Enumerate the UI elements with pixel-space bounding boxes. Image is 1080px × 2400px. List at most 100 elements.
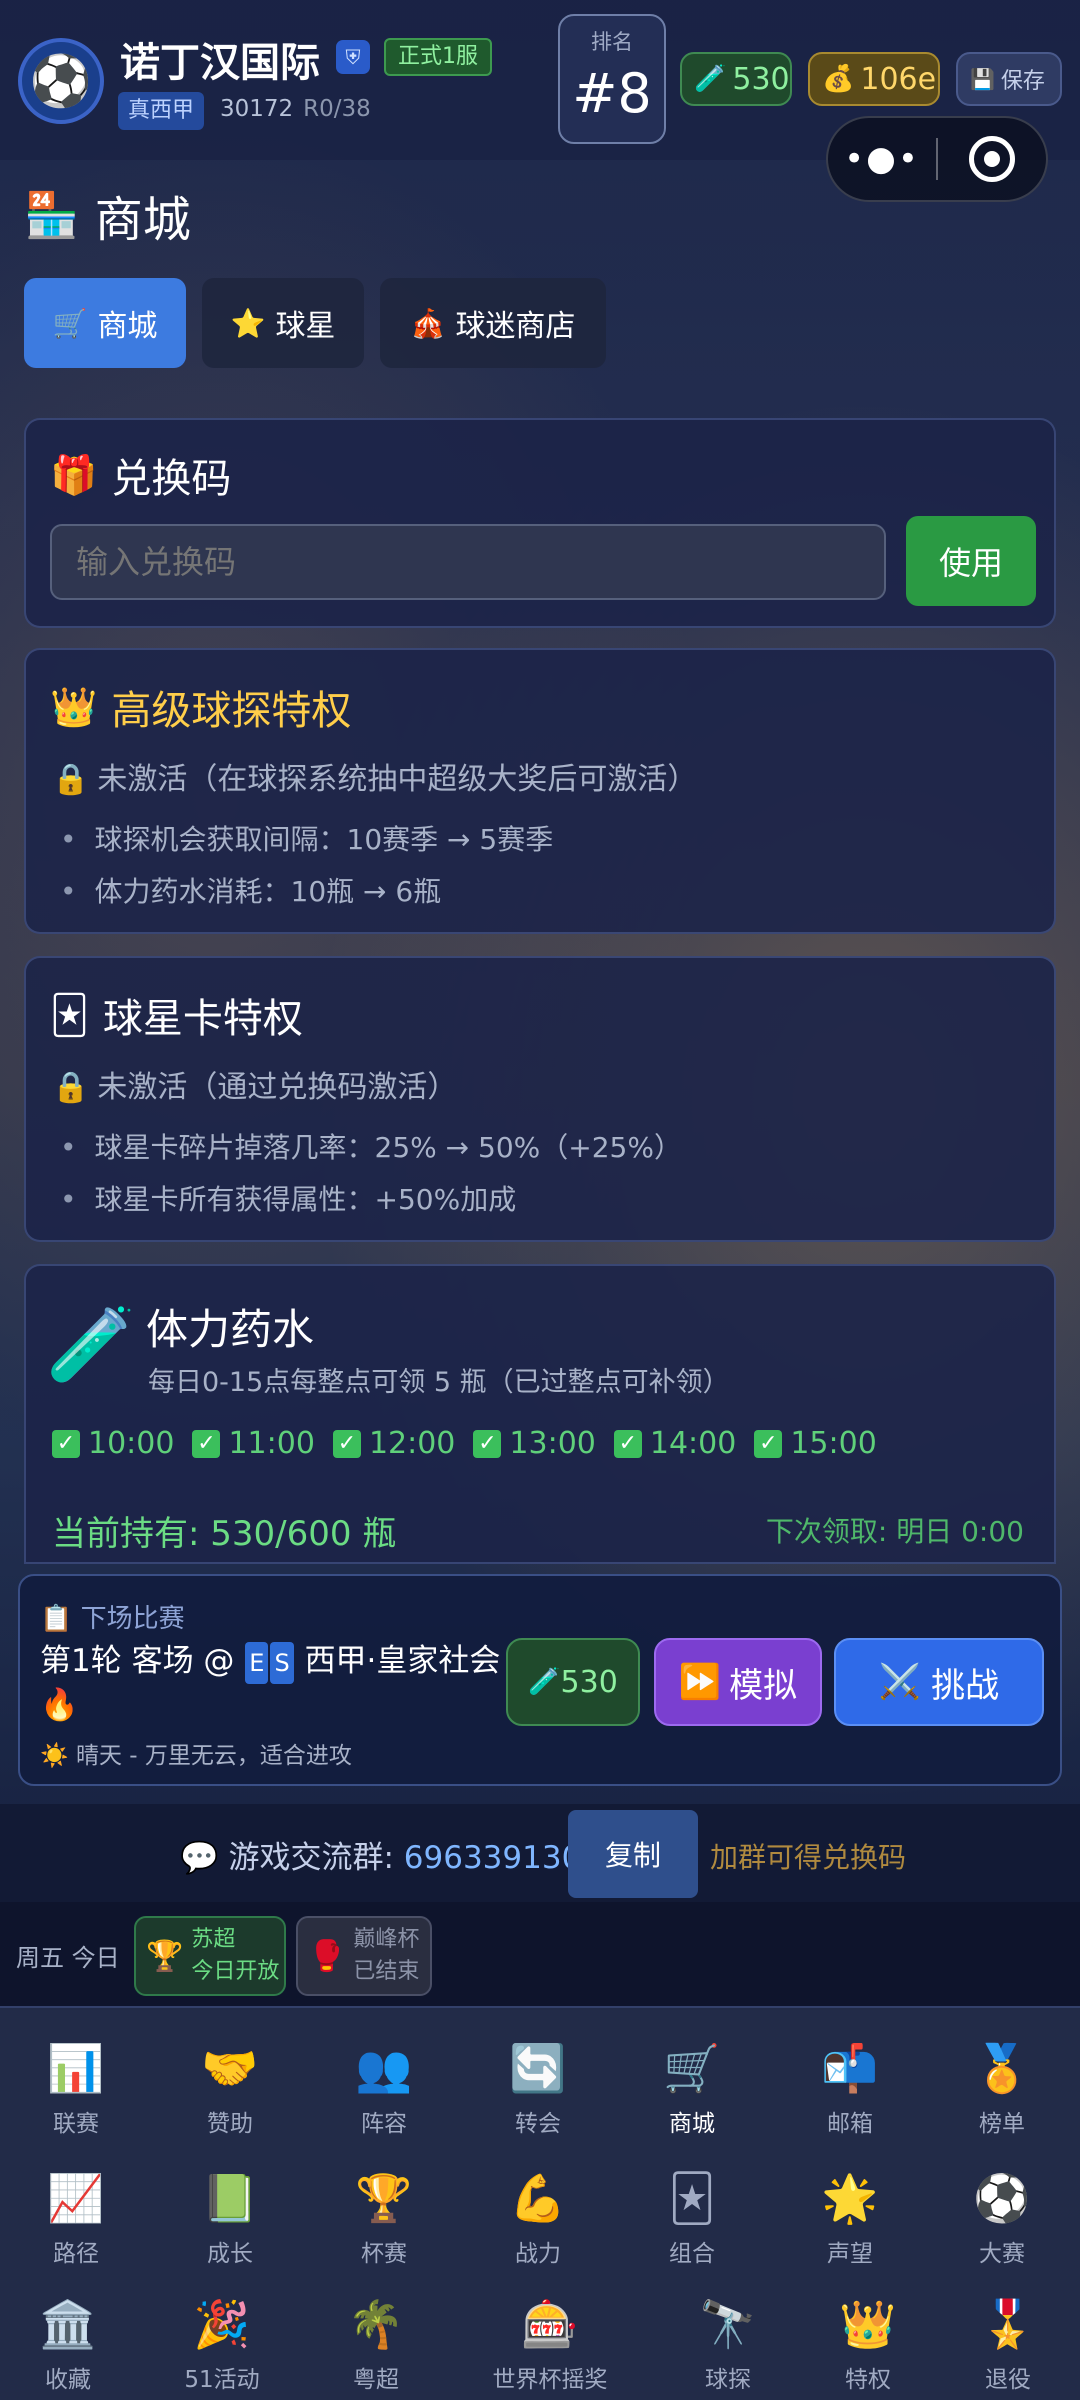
tab-fan-shop[interactable]: 🎪 球迷商店 [380,278,606,368]
flexed-bicep-icon: 💪 [509,2171,567,2225]
nav-yue-super[interactable]: 🌴 粤超 [316,2294,436,2394]
simulate-button[interactable]: ⏩ 模拟 [654,1638,822,1726]
bar-chart-icon: 📊 [47,2041,105,2095]
redeem-card: 🎁 兑换码 使用 [24,418,1056,628]
claimed-slot[interactable]: ✓ 10:00 [52,1426,174,1461]
nav-collection[interactable]: 🏛️ 收藏 [8,2294,128,2394]
potion-icon: 🧪 [528,1667,561,1697]
slot-machine-icon: 🎰 [521,2297,579,2351]
nav-league[interactable]: 📊 联赛 [16,2038,136,2138]
rank-box[interactable]: 排名 #8 [558,14,666,144]
star-icon: ⭐ [230,306,266,340]
weather-text: 晴天 - 万里无云，适合进攻 [75,1743,352,1769]
nav-scout[interactable]: 🔭 球探 [668,2294,788,2394]
nav-world-cup-lottery[interactable]: 🎰 世界杯摇奖 [480,2294,620,2394]
potion-cost: 530 [560,1664,618,1700]
cup-name: 苏超 [191,1927,236,1952]
match-prefix: 第1轮 客场 @ [40,1643,235,1679]
claimed-slot[interactable]: ✓ 15:00 [754,1426,877,1461]
nav-cup[interactable]: 🏆 杯赛 [324,2168,444,2268]
trophy-icon: 🏆 [355,2171,413,2225]
slot-time: 15:00 [790,1426,877,1461]
claimed-slot[interactable]: ✓ 12:00 [332,1426,455,1461]
nav-label: 战力 [515,2241,561,2267]
redeem-code-input[interactable] [50,524,886,600]
nav-label: 特权 [845,2367,891,2393]
cup-su-super[interactable]: 🏆 苏超 今日开放 [134,1916,286,1996]
more-options-icon[interactable]: •●• [828,139,936,179]
potion-cost-button[interactable]: 🧪 530 [506,1638,640,1726]
cup-peak[interactable]: 🥊 巅峰杯 已结束 [296,1916,432,1996]
group-note: 加群可得兑换码 [710,1841,907,1874]
copy-button[interactable]: 复制 [568,1810,698,1898]
palm-tree-icon: 🌴 [347,2297,405,2351]
soccer-ball-icon[interactable]: ⚽ [18,38,104,124]
mailbox-icon: 📬 [821,2041,879,2095]
nav-label: 邮箱 [827,2111,873,2137]
card-privilege-title: 🃏 球星卡特权 [50,986,303,1044]
speech-bubble-icon: 💬 [180,1840,219,1876]
claimed-slot[interactable]: ✓ 14:00 [613,1426,736,1461]
nav-path[interactable]: 📈 路径 [16,2168,136,2268]
claimed-slot[interactable]: ✓ 11:00 [192,1426,315,1461]
nav-retire[interactable]: 🎖️ 退役 [948,2294,1068,2394]
claimed-slot[interactable]: ✓ 13:00 [473,1426,596,1461]
nav-power[interactable]: 💪 战力 [478,2168,598,2268]
weather-info: ☀️ 晴天 - 万里无云，适合进攻 [40,1736,352,1770]
match-description: 第1轮 客场 @ ES 西甲·皇家社会 🔥 [40,1640,510,1726]
nav-privilege[interactable]: 👑 特权 [808,2294,928,2394]
close-miniapp-icon[interactable] [938,136,1046,182]
nav-label: 大赛 [979,2241,1025,2267]
challenge-button[interactable]: ⚔️ 挑战 [834,1638,1044,1726]
club-stats: 30172 R0/38 [220,96,371,122]
tab-stars[interactable]: ⭐ 球星 [202,278,364,368]
circus-tent-icon: 🎪 [410,306,446,340]
nav-mailbox[interactable]: 📬 邮箱 [790,2038,910,2138]
nav-reputation[interactable]: 🌟 声望 [790,2168,910,2268]
potion-holding: 当前持有: 530/600 瓶 [52,1514,397,1554]
check-icon: ✓ [473,1429,502,1458]
clipboard-icon: 📋 [40,1604,73,1634]
nav-label: 杯赛 [361,2241,407,2267]
nav-transfer[interactable]: 🔄 转会 [478,2038,598,2138]
potion-counter[interactable]: 🧪 530 [680,52,792,106]
medal-icon: 🏅 [973,2041,1031,2095]
cup-status: 今日开放 [191,1959,280,1984]
nav-combo[interactable]: 🃏 组合 [632,2168,752,2268]
crown-icon: 👑 [50,684,98,729]
slot-time: 11:00 [228,1426,315,1461]
save-button[interactable]: 💾 保存 [956,52,1062,106]
use-button[interactable]: 使用 [906,516,1036,606]
floppy-disk-icon: 💾 [970,67,995,91]
nav-lineup[interactable]: 👥 阵容 [324,2038,444,2138]
check-icon: ✓ [613,1429,642,1458]
nav-tournament[interactable]: ⚽ 大赛 [942,2168,1062,2268]
military-medal-icon: 🎖️ [979,2297,1037,2351]
tab-label: 商城 [97,309,158,344]
nav-label: 退役 [985,2367,1031,2393]
nav-leaderboard[interactable]: 🏅 榜单 [942,2038,1062,2138]
scout-perk: 体力药水消耗：10瓶 → 6瓶 [60,870,442,910]
nav-label: 路径 [53,2241,99,2267]
cup-status: 已结束 [353,1959,420,1984]
nav-label: 组合 [669,2241,715,2267]
save-label: 保存 [1000,69,1045,94]
potion-count: 530 [732,61,790,97]
nav-may-event[interactable]: 🎉 51活动 [162,2294,282,2394]
nav-shop[interactable]: 🛒 商城 [632,2038,752,2138]
nav-label: 粤超 [353,2367,399,2393]
potion-card: 🧪 体力药水 每日0-15点每整点可领 5 瓶（已过整点可补领） ✓ 10:00 … [24,1264,1056,1564]
nav-label: 51活动 [184,2367,260,2393]
round-indicator: R0/38 [303,96,371,122]
nav-sponsor[interactable]: 🤝 赞助 [170,2038,290,2138]
potion-description: 每日0-15点每整点可领 5 瓶（已过整点可补领） [148,1367,730,1398]
gold-counter[interactable]: 💰 106e [808,52,940,106]
tab-shop[interactable]: 🛒 商城 [24,278,186,368]
spain-flag-letter: S [270,1642,294,1684]
nav-growth[interactable]: 📗 成长 [170,2168,290,2268]
check-icon: ✓ [52,1429,80,1458]
nav-label: 成长 [207,2241,253,2267]
game-group-row: 💬 游戏交流群: 696339130 复制 加群可得兑换码 [0,1804,1080,1902]
page-title-text: 商城 [94,192,191,248]
next-claim-time: 下次领取: 明日 0:00 [765,1515,1024,1548]
